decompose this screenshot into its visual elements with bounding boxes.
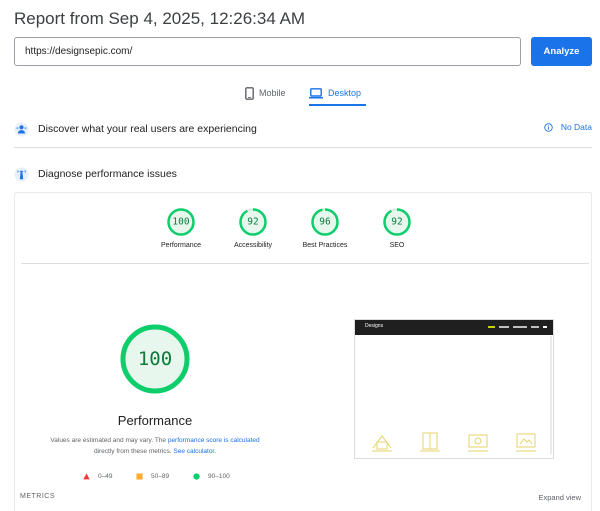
gauge-best-practices-value: 96 [319, 217, 331, 228]
diagnose-section: Diagnose performance issues [14, 163, 592, 185]
score-gauge-best-practices[interactable]: 96 Best Practices [285, 207, 365, 249]
metrics-heading: METRICS [20, 493, 55, 500]
legend-fail-label: 0–49 [98, 473, 113, 480]
score-gauge-performance[interactable]: 100 Performance [141, 207, 221, 249]
gauge-label: Performance [160, 242, 202, 249]
performance-score-link[interactable]: performance score is calculated [168, 437, 260, 444]
nav-dash [499, 326, 509, 328]
expand-view-toggle[interactable]: Expand view [538, 493, 581, 502]
tab-mobile-label: Mobile [259, 88, 286, 98]
nav-dash [488, 326, 495, 328]
see-calculator-link[interactable]: See calculator [173, 448, 214, 455]
legend-fail: 0–49 [83, 473, 112, 480]
lighthouse-icon [14, 166, 29, 182]
nav-dash [513, 326, 527, 328]
square-icon [136, 473, 143, 480]
performance-gauge-large-value: 100 [138, 348, 172, 370]
illustration-icon [372, 435, 392, 452]
phone-icon [245, 86, 254, 100]
page-screenshot: Designs [354, 319, 554, 459]
tab-desktop[interactable]: Desktop [309, 83, 361, 103]
analyze-button[interactable]: Analyze [531, 37, 592, 66]
nav-dash [531, 326, 539, 328]
discover-label: Discover what your real users are experi… [38, 123, 257, 135]
gauge-label: Accessibility [233, 242, 273, 249]
users-crux-icon [14, 121, 29, 137]
page-title: Report from Sep 4, 2025, 12:26:34 AM [14, 9, 306, 28]
estimate-note: Values are estimated and may vary. The p… [35, 435, 275, 457]
tab-mobile[interactable]: Mobile [245, 83, 286, 103]
performance-gauge-large: 100 [120, 324, 190, 394]
score-gauge-accessibility[interactable]: 92 Accessibility [213, 207, 293, 249]
note-text-2: directly from these metrics. [93, 448, 174, 455]
active-tab-indicator [309, 104, 366, 106]
section-divider [14, 147, 592, 148]
legend-pass-label: 90–100 [208, 473, 230, 480]
no-data-label: No Data [560, 122, 592, 132]
screenshot-header: Designs [355, 320, 553, 335]
card-divider [21, 263, 589, 264]
tab-desktop-label: Desktop [328, 88, 362, 98]
legend-average-label: 50–89 [151, 473, 170, 480]
screenshot-logo: Designs [365, 323, 384, 329]
gauge-accessibility-value: 92 [247, 217, 258, 228]
screenshot-icons [369, 430, 539, 454]
screenshot-nav [488, 326, 547, 328]
legend-average: 50–89 [136, 473, 169, 480]
illustration-icon [516, 433, 536, 452]
triangle-icon [83, 473, 90, 480]
screenshot-scrollbar [550, 336, 552, 454]
nav-dash [543, 326, 547, 328]
illustration-icon [420, 432, 440, 452]
discover-section: Discover what your real users are experi… [14, 118, 592, 140]
laptop-icon [309, 87, 323, 98]
note-text-1: Values are estimated and may vary. The [50, 437, 168, 444]
performance-title: Performance [117, 413, 193, 428]
diagnose-label: Diagnose performance issues [38, 168, 177, 180]
gauge-performance: 100 [167, 208, 195, 236]
gauge-accessibility: 92 [239, 208, 267, 236]
no-data-link[interactable]: No Data [544, 122, 592, 132]
gauge-label: Best Practices [302, 242, 348, 249]
gauge-performance-value: 100 [172, 217, 189, 228]
info-icon [544, 122, 553, 132]
circle-icon [193, 473, 200, 480]
gauge-best-practices: 96 [311, 208, 339, 236]
gauge-seo-value: 92 [391, 217, 402, 228]
score-gauge-seo[interactable]: 92 SEO [357, 207, 437, 249]
gauge-label: SEO [389, 242, 405, 249]
url-input[interactable] [14, 37, 521, 66]
illustration-icon [468, 434, 488, 452]
note-text-3: . [214, 448, 217, 455]
gauge-seo: 92 [383, 208, 411, 236]
legend-pass: 90–100 [193, 473, 230, 480]
diagnostics-card: 100 Performance 92 Accessibility 96 Best Prac… [14, 192, 592, 511]
